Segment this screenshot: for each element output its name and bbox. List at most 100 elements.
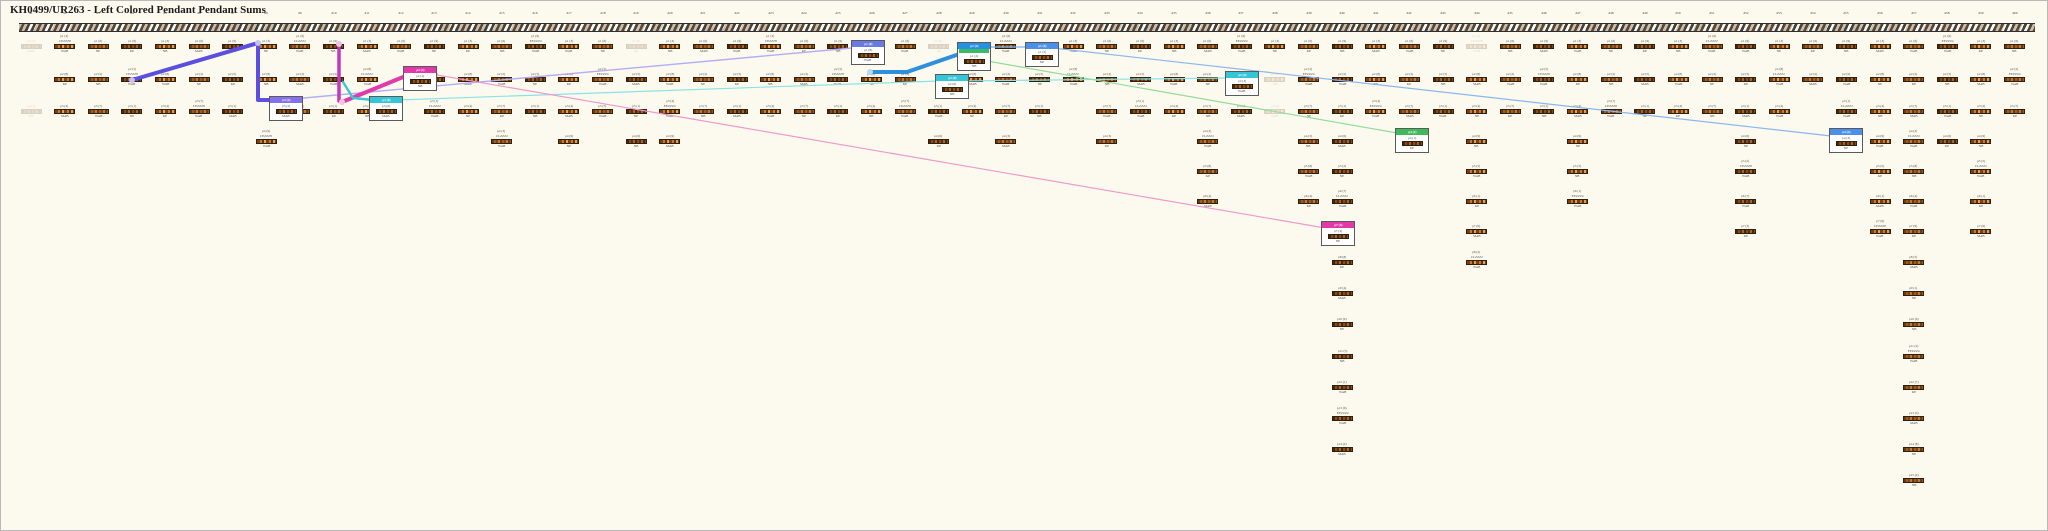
pendant-node[interactable]: p3 (4)EEZZZ4WAB: [653, 99, 687, 119]
pendant-node[interactable]: p3 (7)NE: [787, 104, 821, 119]
blue-selected-b[interactable]: p1 (5)p1 (5)NE: [1025, 42, 1059, 67]
pendant-node[interactable]: p3 (1)NE: [1628, 104, 1662, 119]
teal-selected-pendant-c[interactable]: p2 (3)p2 (3)WAB: [1225, 71, 1259, 96]
pendant-node[interactable]: p2 (2)MAB: [283, 72, 317, 87]
pendant-node[interactable]: p1 (6)KE: [1796, 39, 1830, 54]
pendant-node[interactable]: p14 (8)NE: [1897, 442, 1931, 457]
pendant-node[interactable]: p2 (5)WAB: [317, 72, 351, 87]
pendant-node[interactable]: p2 (8)NB: [754, 72, 788, 87]
pendant-node[interactable]: p3 (1)NE: [619, 104, 653, 119]
pendant-node[interactable]: p14 (2)MAB: [1325, 442, 1359, 457]
pendant-node[interactable]: p3 (7)MAB: [1897, 104, 1931, 119]
pendant-node[interactable]: p1 (3)KE: [451, 39, 485, 54]
pendant-node[interactable]: p1 (6)WAB: [1897, 39, 1931, 54]
pendant-node[interactable]: p2 (8)NB: [249, 72, 283, 87]
pendant-node[interactable]: p1 (9)NB: [821, 39, 855, 54]
pendant-node[interactable]: p2 (8)NB: [1258, 72, 1292, 87]
pendant-node[interactable]: p1 (9)MAB: [1527, 39, 1561, 54]
pendant-node[interactable]: p3 (7)MAB: [1392, 104, 1426, 119]
pendant-node[interactable]: p2 (8)KE: [48, 72, 82, 87]
pendant-node[interactable]: p1 (3)CEZZZ8WAB: [1460, 34, 1494, 54]
pendant-node[interactable]: p2 (2)KE: [1897, 72, 1931, 87]
pendant-node[interactable]: p1 (3)CEZZZ8WAB: [754, 34, 788, 54]
pendant-node[interactable]: p1 (6)WAB: [384, 39, 418, 54]
pendant-node[interactable]: p1 (9)KE: [619, 39, 653, 54]
pendant-node[interactable]: p7 (3)KE: [1729, 224, 1763, 239]
pendant-node[interactable]: p1 (6)NB: [1493, 39, 1527, 54]
pendant-node[interactable]: p2 (8)WAB: [653, 72, 687, 87]
pendant-node[interactable]: p4 (9)NB: [1964, 134, 1998, 149]
pendant-node[interactable]: p1 (3)CEZZZ8WAB: [48, 34, 82, 54]
pendant-node[interactable]: p1 (3)MAB: [1359, 39, 1393, 54]
pendant-node[interactable]: p2 (2)NB: [1090, 72, 1124, 87]
pendant-node[interactable]: p3 (1)KE: [821, 104, 855, 119]
pendant-node[interactable]: p2 (8)WAB: [148, 72, 182, 87]
pendant-node[interactable]: p12 (1)WAB: [1325, 380, 1359, 395]
pendant-node[interactable]: p2 (2)EEZZZ4WAB: [586, 67, 620, 87]
pendant-node[interactable]: p1 (9)NB: [317, 39, 351, 54]
pendant-node[interactable]: p3 (4)NB: [1863, 104, 1897, 119]
pendant-node[interactable]: p1 (3)NE: [249, 39, 283, 54]
pendant-node[interactable]: p1 (9)EEZZZ4WAB: [1930, 34, 1964, 54]
pendant-node[interactable]: p6 (1)EEZZZ4WAB: [1561, 189, 1595, 209]
pendant-node[interactable]: p2 (8)MAB: [1964, 72, 1998, 87]
pendant-node[interactable]: p3 (7)KE: [1493, 104, 1527, 119]
periwinkle-selected[interactable]: p1 (8)p1 (8)WAB: [851, 40, 885, 65]
pendant-node[interactable]: p6 (4)WAB: [1897, 194, 1931, 209]
pendant-node[interactable]: p2 (5)CEZZZ8WAB: [1527, 67, 1561, 87]
pendant-node[interactable]: p3 (7)CEZZZ8WAB: [182, 99, 216, 119]
pendant-node[interactable]: p3 (7)NE: [1292, 104, 1326, 119]
pendant-node[interactable]: p1 (3)MAB: [350, 39, 384, 54]
pendant-node[interactable]: p1 (6)WAB: [1392, 39, 1426, 54]
pendant-node[interactable]: p6 (1)MAB: [1863, 194, 1897, 209]
pendant-node[interactable]: p3 (1)MAB: [216, 104, 250, 119]
pendant-node[interactable]: p3 (4)KE: [1157, 104, 1191, 119]
pendant-node[interactable]: p5 (5)CLZZZ2WAB: [1964, 159, 1998, 179]
pendant-node[interactable]: p9 (4)MAB: [1325, 286, 1359, 301]
pendant-node[interactable]: p8 (2)CLZZZ2WAB: [1460, 250, 1494, 270]
pendant-node[interactable]: p4 (9)CEZZZ8WAB: [249, 129, 283, 149]
pendant-node[interactable]: p7 (6)MAB: [1964, 224, 1998, 239]
pendant-node[interactable]: p2 (8)CLZZZ2WAB: [1056, 67, 1090, 87]
pendant-node[interactable]: p1 (6)KE: [1292, 39, 1326, 54]
pendant-node[interactable]: p11 (5)NB: [1325, 349, 1359, 364]
pendant-node[interactable]: p10 (9)NE: [1325, 317, 1359, 332]
pendant-node[interactable]: p4 (9)WAB: [1863, 134, 1897, 149]
pendant-node[interactable]: p1 (9)KE: [1123, 39, 1157, 54]
blue-selected-c[interactable]: p4 (3)p4 (3)NE: [1829, 128, 1863, 153]
pendant-node[interactable]: p1 (6)CLZZZ2WAB: [989, 34, 1023, 54]
pendant-node[interactable]: p13 (3)MAB: [1897, 411, 1931, 426]
pendant-node[interactable]: p6 (7)CLZZZ2WAB: [1325, 189, 1359, 209]
pendant-node[interactable]: p1 (6)NB: [1998, 39, 2032, 54]
pendant-node[interactable]: p1 (3)NE: [1762, 39, 1796, 54]
pendant-node[interactable]: p2 (5)KE: [1729, 72, 1763, 87]
blue-selected-main[interactable]: p1 (2)p1 (2)NB: [957, 42, 991, 71]
pendant-node[interactable]: p2 (8)NE: [1863, 72, 1897, 87]
pendant-node[interactable]: p2 (2)WAB: [1493, 72, 1527, 87]
pendant-node[interactable]: p6 (1)KE: [1460, 194, 1494, 209]
pendant-node[interactable]: p3 (1)CLZZZ2WAB: [1829, 99, 1863, 119]
pendant-node[interactable]: p1 (6)NE: [586, 39, 620, 54]
pendant-node[interactable]: p7 (6)CEZZZ8WAB: [1863, 219, 1897, 239]
pendant-node[interactable]: p1 (3)WAB: [1561, 39, 1595, 54]
pendant-node[interactable]: p3 (4)NB: [855, 104, 889, 119]
pendant-node[interactable]: p3 (1)WAB: [1930, 104, 1964, 119]
pendant-node[interactable]: p2 (2)KE: [888, 72, 922, 87]
pendant-node[interactable]: p5 (8)NB: [1897, 164, 1931, 179]
pendant-node[interactable]: p2 (5)MAB: [1123, 72, 1157, 87]
pendant-node[interactable]: p3 (4)MAB: [48, 104, 82, 119]
pendant-node[interactable]: p2 (2)KE: [1392, 72, 1426, 87]
pendant-node[interactable]: p4 (3)NB: [1292, 134, 1326, 149]
pendant-node[interactable]: p1 (6)MAB: [686, 39, 720, 54]
pendant-node[interactable]: p1 (9)NE: [417, 39, 451, 54]
pendant-node[interactable]: p2 (8)WAB: [1157, 72, 1191, 87]
purple-selected-pendant[interactable]: p3 (2)p3 (2)MAB: [269, 96, 303, 121]
pendant-node[interactable]: p2 (8)MAB: [1460, 72, 1494, 87]
pendant-node[interactable]: p3 (4)NE: [1964, 104, 1998, 119]
pendant-node[interactable]: p3 (7)WAB: [586, 104, 620, 119]
pendant-node[interactable]: p4 (3)MAB: [989, 134, 1023, 149]
magenta-selected-pendant[interactable]: p2 (4)p2 (4)NB: [403, 66, 437, 91]
pendant-node[interactable]: p3 (1)NE: [115, 104, 149, 119]
pendant-node[interactable]: p1 (6)MAB: [1191, 39, 1225, 54]
pendant-node[interactable]: p2 (2)NE: [182, 72, 216, 87]
